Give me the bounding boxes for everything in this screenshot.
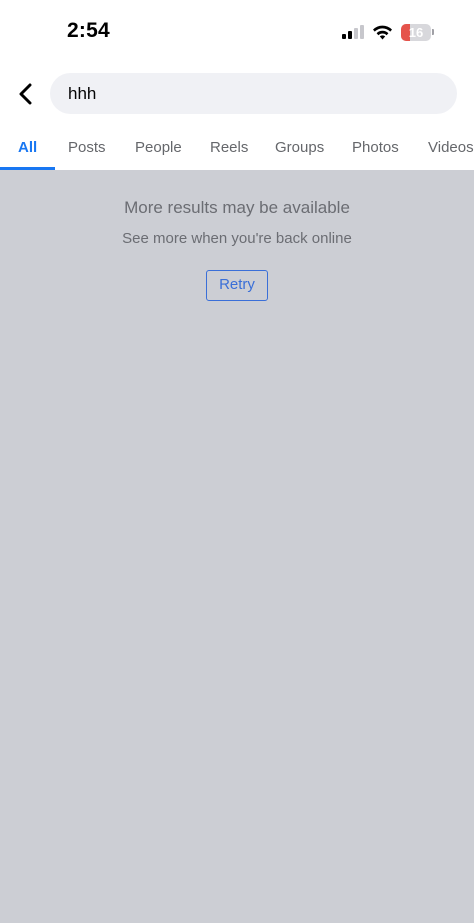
back-button[interactable] — [10, 78, 42, 110]
search-filter-tabs: All Posts People Reels Groups Photos Vid… — [0, 127, 474, 171]
wifi-icon — [373, 25, 392, 40]
tab-all[interactable]: All — [18, 127, 37, 171]
battery-level: 16 — [408, 24, 424, 40]
chevron-left-icon — [19, 83, 32, 105]
tab-reels[interactable]: Reels — [210, 127, 248, 171]
battery-icon: 16 — [401, 23, 434, 41]
status-icons: 16 — [342, 22, 434, 42]
cellular-signal-icon — [342, 25, 364, 39]
status-time: 2:54 — [67, 19, 110, 42]
tab-videos[interactable]: Videos — [428, 127, 474, 171]
tab-people[interactable]: People — [135, 127, 182, 171]
offline-title: More results may be available — [124, 198, 350, 217]
status-bar: 2:54 16 — [0, 0, 474, 62]
tab-groups[interactable]: Groups — [275, 127, 324, 171]
tab-photos[interactable]: Photos — [352, 127, 399, 171]
tab-posts[interactable]: Posts — [68, 127, 106, 171]
search-query: hhh — [68, 83, 97, 103]
results-area: More results may be available See more w… — [0, 170, 474, 923]
search-input[interactable]: hhh — [50, 73, 457, 114]
offline-subtitle: See more when you're back online — [122, 230, 352, 247]
retry-button[interactable]: Retry — [206, 270, 268, 301]
